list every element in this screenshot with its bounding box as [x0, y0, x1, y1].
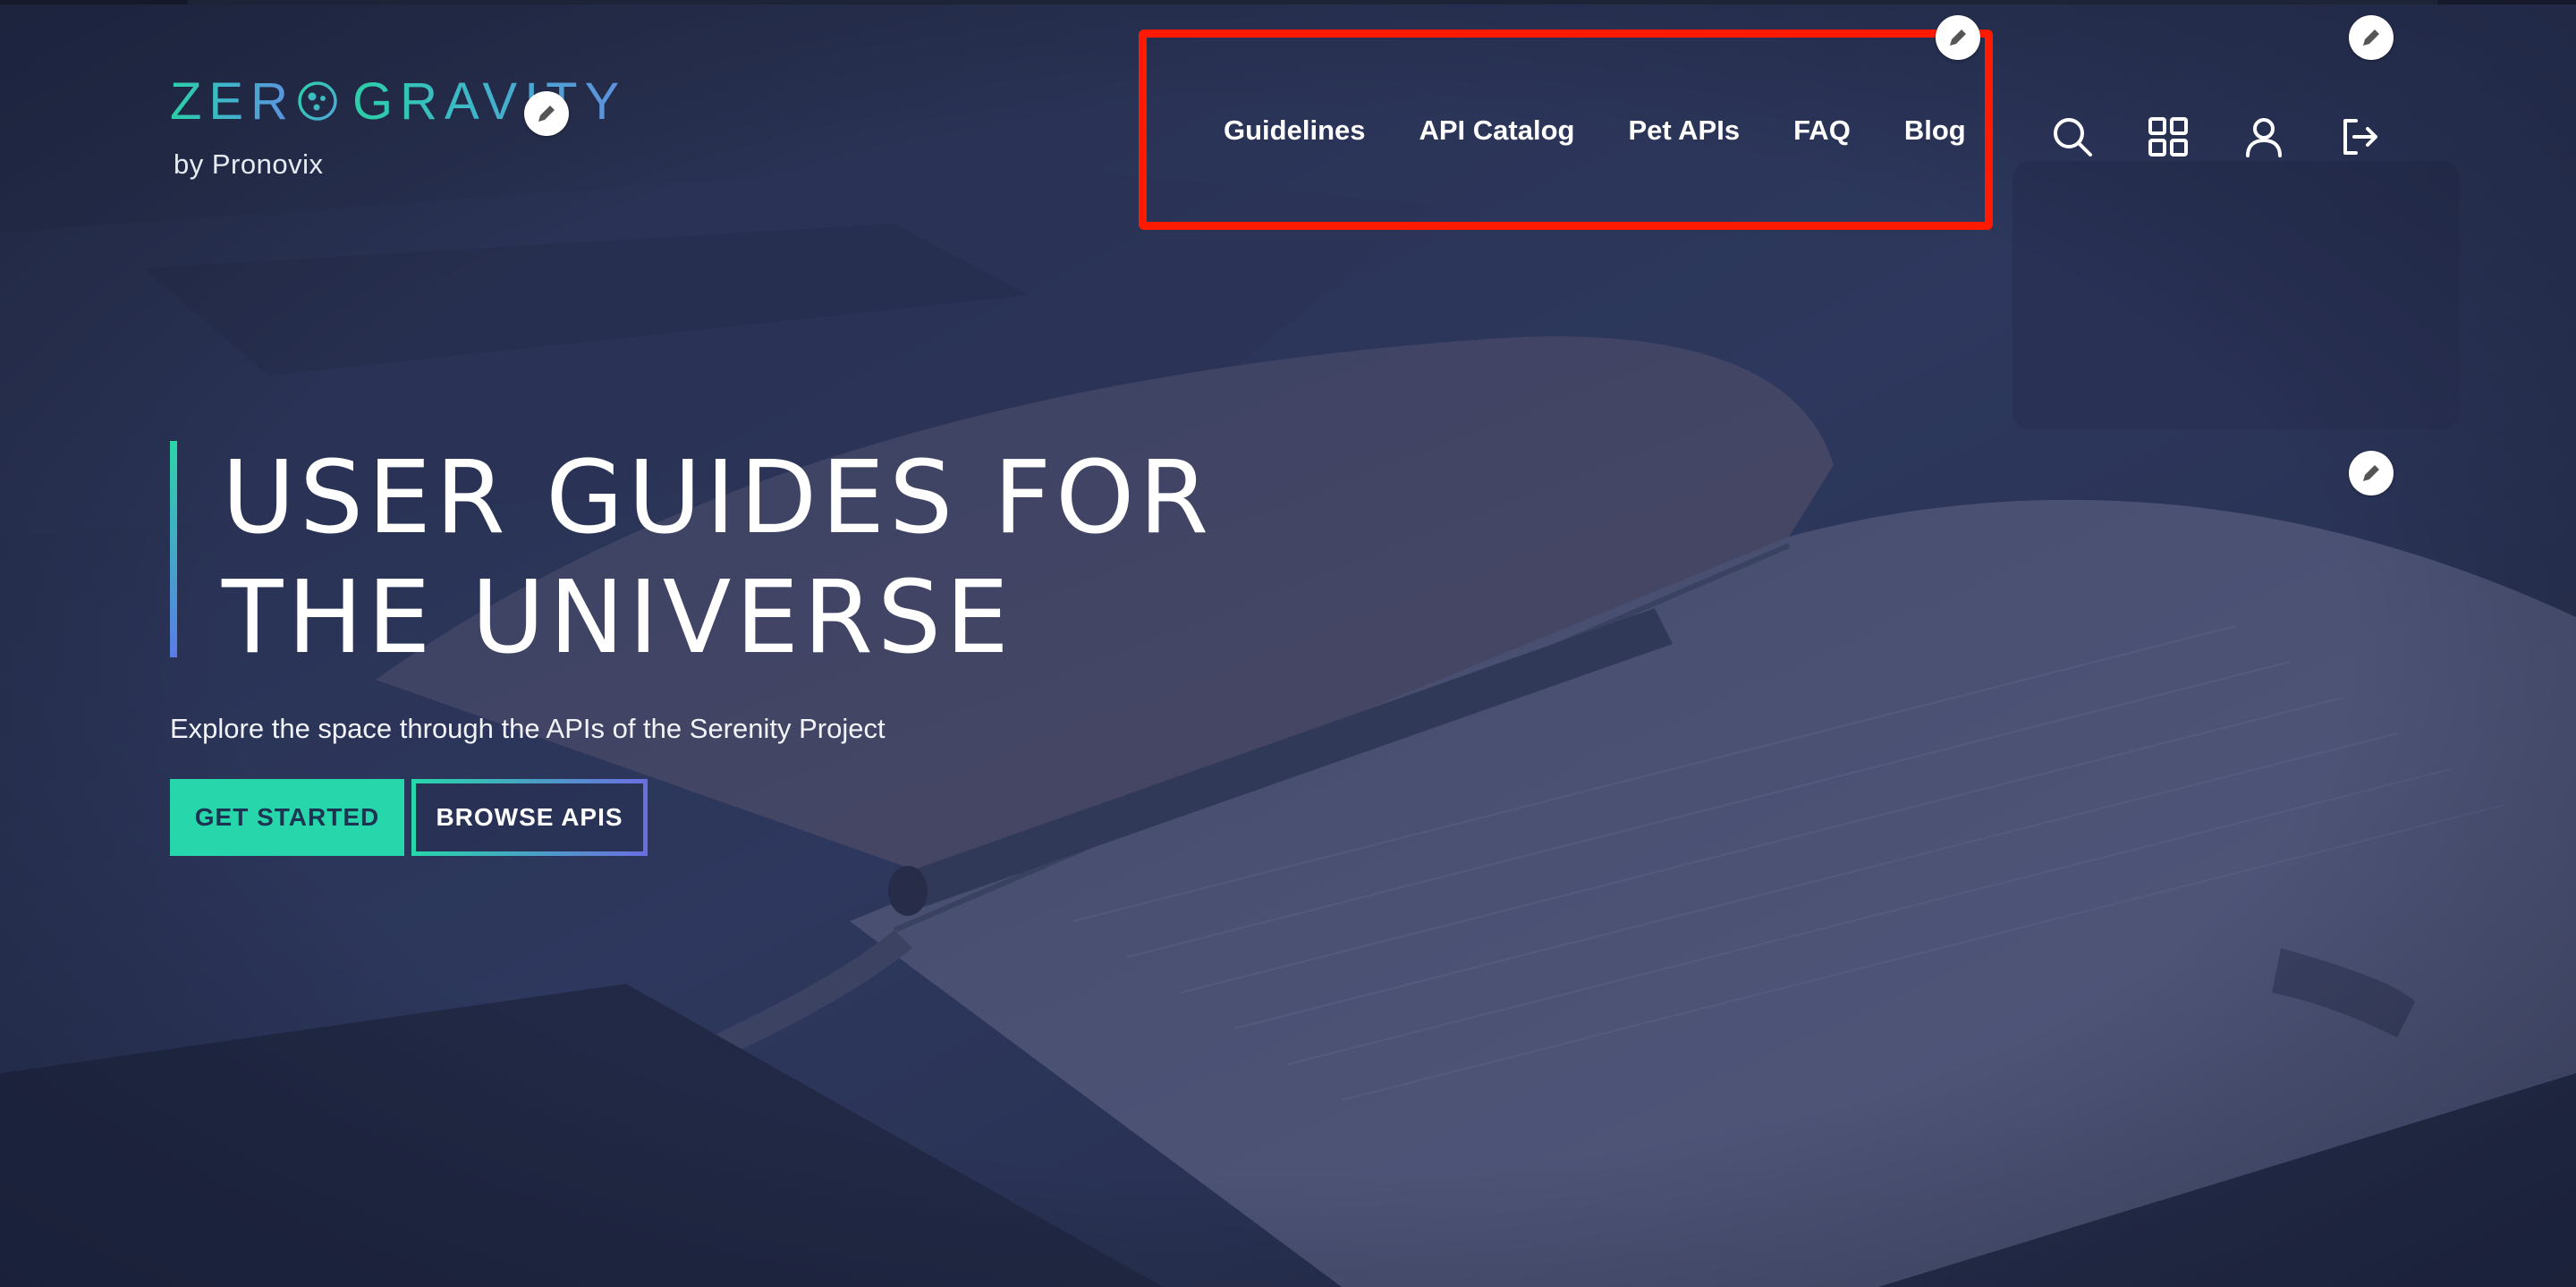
edit-pencil-icon[interactable] — [524, 91, 569, 136]
edit-pencil-icon[interactable] — [2349, 451, 2394, 495]
browser-top-strip-light — [188, 0, 2437, 4]
edit-pencil-icon[interactable] — [2349, 15, 2394, 60]
nav-link-faq[interactable]: FAQ — [1793, 114, 1851, 147]
logout-icon[interactable] — [2332, 109, 2387, 165]
nav-link-guidelines[interactable]: Guidelines — [1224, 114, 1365, 147]
nav-link-pet-apis[interactable]: Pet APIs — [1628, 114, 1740, 147]
main-navigation: Guidelines API Catalog Pet APIs FAQ Blog — [1224, 114, 1966, 147]
edit-pencil-icon[interactable] — [1936, 15, 1980, 60]
logo-orbit-icon — [298, 81, 337, 121]
hero-title-block: USER GUIDES FOR THE UNIVERSE — [170, 438, 1213, 678]
hero-subtitle: Explore the space through the APIs of th… — [170, 713, 886, 744]
logo-byline: by Pronovix — [174, 148, 324, 180]
logo-word-zero: ZER — [170, 72, 295, 131]
nav-link-blog[interactable]: Blog — [1904, 114, 1966, 147]
nav-link-api-catalog[interactable]: API Catalog — [1419, 114, 1574, 147]
browse-apis-button[interactable]: BROWSE APIS — [411, 779, 648, 856]
search-icon[interactable] — [2045, 109, 2100, 165]
browser-top-strip — [0, 0, 2576, 4]
user-icon[interactable] — [2236, 109, 2292, 165]
get-started-button[interactable]: GET STARTED — [170, 779, 404, 856]
hero-section: ZER GRAVITY by Pronovix Guidelines API C… — [0, 0, 2576, 1287]
header-icon-group — [2045, 109, 2387, 165]
hero-title-line-2: THE UNIVERSE — [222, 560, 1013, 676]
hero-title-line-1: USER GUIDES FOR — [222, 440, 1214, 556]
hero-title: USER GUIDES FOR THE UNIVERSE — [222, 438, 1213, 678]
logo-word-gravity: GRAVITY — [352, 72, 627, 131]
apps-grid-icon[interactable] — [2140, 109, 2196, 165]
hero-accent-bar — [170, 441, 177, 657]
